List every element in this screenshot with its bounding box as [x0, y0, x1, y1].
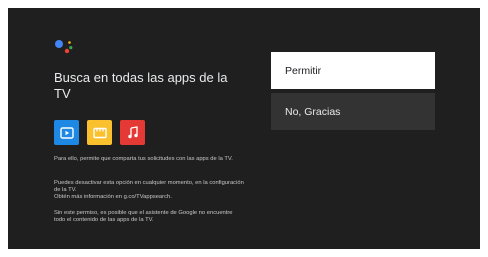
description-warning: Sin este permiso, es posible que el asis…: [54, 210, 244, 224]
app-icons-row: [54, 120, 145, 145]
tv-screen: Busca en todas las apps de la TV Para el…: [8, 8, 480, 249]
allow-button[interactable]: Permitir: [271, 52, 435, 89]
decline-button-label: No, Gracias: [285, 105, 341, 118]
decline-button[interactable]: No, Gracias: [271, 93, 435, 130]
clapperboard-icon: [87, 120, 112, 145]
description-permission: Para ello, permite que comparta tus soli…: [54, 156, 244, 163]
page-title: Busca en todas las apps de la TV: [54, 70, 228, 101]
music-note-icon: [120, 120, 145, 145]
play-video-icon: [54, 120, 79, 145]
description-settings: Puedes desactivar esta opción en cualqui…: [54, 180, 244, 202]
learn-more-text: Obtén más información en g.co/TVappsearc…: [54, 194, 172, 201]
allow-button-label: Permitir: [285, 64, 322, 77]
description-text: Sin este permiso, es posible que el asis…: [54, 210, 233, 224]
description-text: Puedes desactivar esta opción en cualqui…: [54, 180, 244, 194]
description-text: Para ello, permite que comparta tus soli…: [54, 156, 233, 162]
options-list: Permitir No, Gracias: [271, 52, 435, 134]
google-assistant-icon: [55, 40, 73, 54]
